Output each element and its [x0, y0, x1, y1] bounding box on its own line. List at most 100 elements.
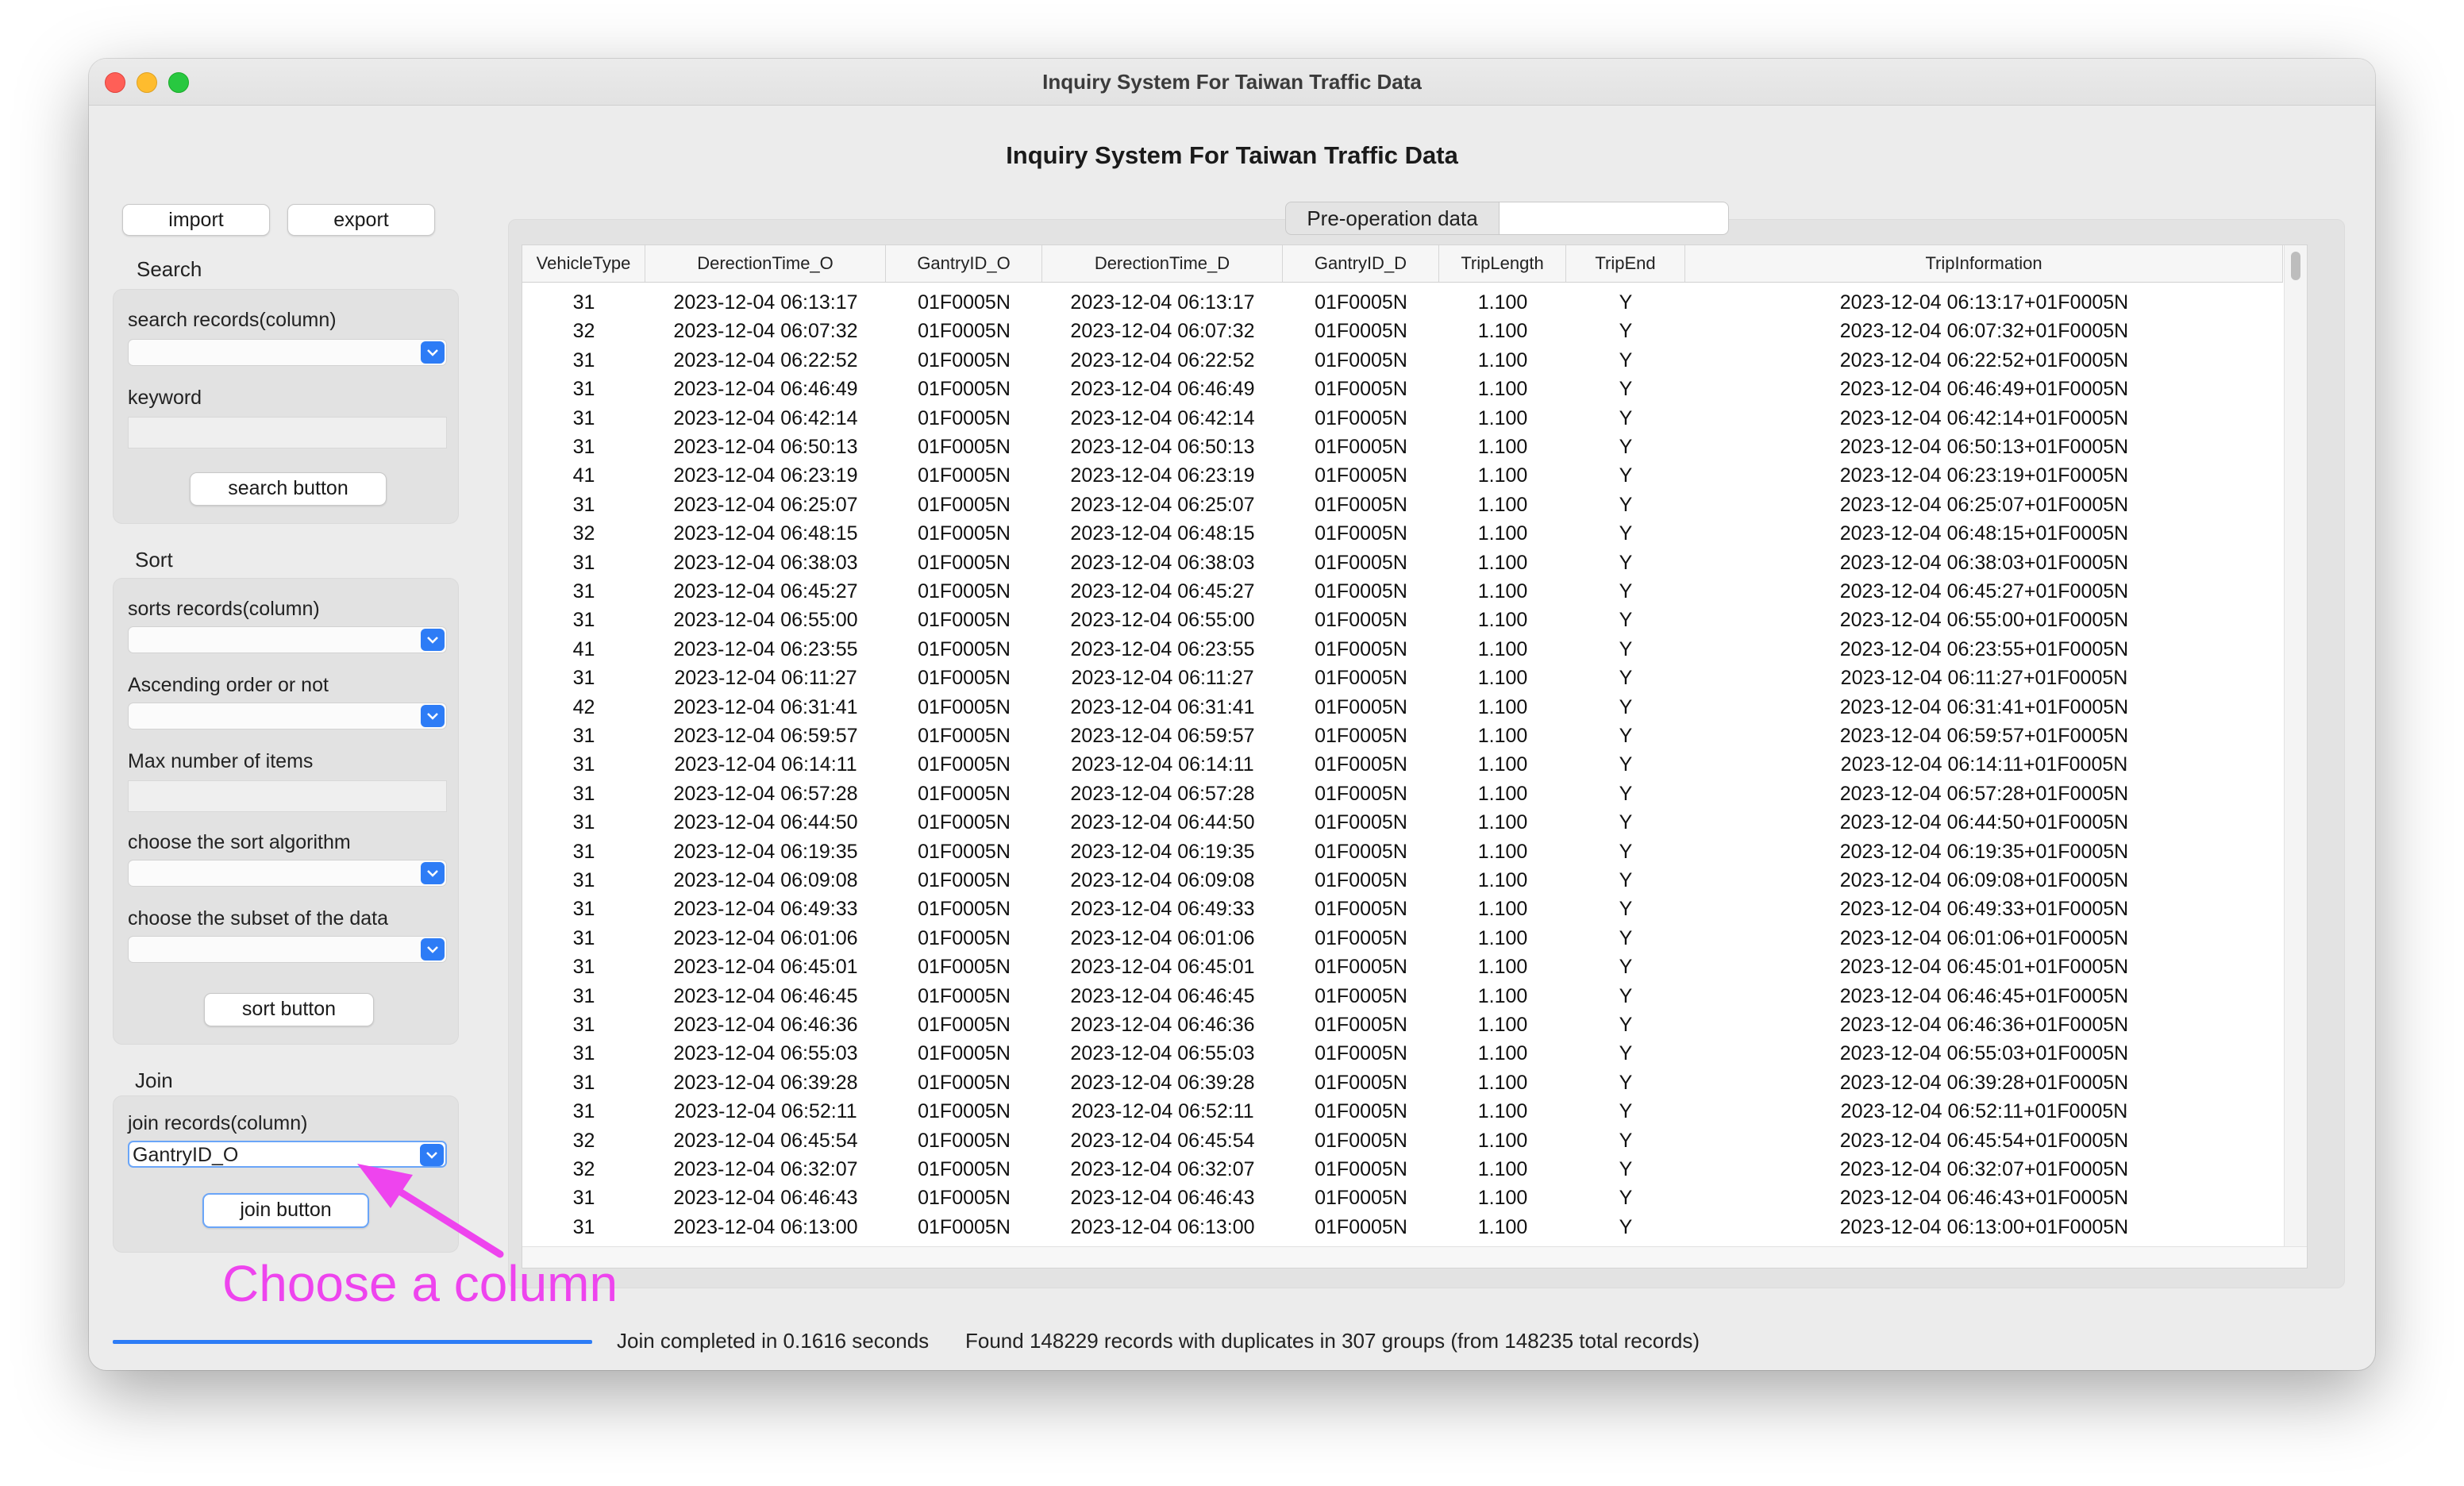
table-cell: 01F0005N: [918, 348, 1011, 372]
table-row[interactable]: 41 2023-12-04 06:23:55 01F0005N 2023-12-04 …: [522, 635, 2283, 664]
table-cell: 2023-12-04 06:42:14+01F0005N: [1839, 406, 2129, 429]
table-row[interactable]: 31 2023-12-04 06:59:57 01F0005N 2023-12-04 …: [522, 722, 2283, 750]
table-cell: Y: [1619, 811, 1633, 834]
table-cell: 2023-12-04 06:14:11: [674, 753, 857, 776]
export-button[interactable]: export: [287, 204, 435, 236]
table-cell: 1.100: [1477, 898, 1528, 921]
table-row[interactable]: 32 2023-12-04 06:48:15 01F0005N 2023-12-04 …: [522, 519, 2283, 548]
table-cell: 1.100: [1477, 551, 1528, 574]
table-cell: 01F0005N: [1315, 695, 1407, 718]
table-row[interactable]: 31 2023-12-04 06:46:49 01F0005N 2023-12-04 …: [522, 375, 2283, 403]
join-column-select[interactable]: GantryID_O: [128, 1141, 447, 1168]
chevron-down-icon: [421, 862, 445, 884]
table-cell: 31: [572, 956, 595, 979]
table-cell: 2023-12-04 06:09:08: [1070, 869, 1255, 891]
table-cell: Y: [1619, 1187, 1633, 1210]
table-row[interactable]: 31 2023-12-04 06:19:35 01F0005N 2023-12-04 …: [522, 837, 2283, 866]
table-row[interactable]: 31 2023-12-04 06:39:28 01F0005N 2023-12-04 …: [522, 1068, 2283, 1097]
table-row[interactable]: 31 2023-12-04 06:09:08 01F0005N 2023-12-04 …: [522, 866, 2283, 895]
table-cell: 2023-12-04 06:57:28: [1070, 782, 1255, 805]
table-row[interactable]: 31 2023-12-04 06:55:00 01F0005N 2023-12-04 …: [522, 606, 2283, 634]
table-row[interactable]: 31 2023-12-04 06:52:11 01F0005N 2023-12-04 …: [522, 1097, 2283, 1126]
tab-pre-operation-data[interactable]: Pre-operation data: [1285, 202, 1500, 235]
table-row[interactable]: 31 2023-12-04 06:46:36 01F0005N 2023-12-04 …: [522, 1011, 2283, 1039]
table-row[interactable]: 31 2023-12-04 06:44:50 01F0005N 2023-12-04 …: [522, 808, 2283, 837]
table-cell: 31: [572, 984, 595, 1007]
table-cell: 2023-12-04 06:38:03: [673, 551, 858, 574]
table-cell: 1.100: [1477, 493, 1528, 516]
horizontal-scrollbar[interactable]: [522, 1246, 2307, 1268]
result-status: Found 148229 records with duplicates in …: [965, 1329, 1700, 1353]
search-button[interactable]: search button: [190, 472, 387, 506]
table-row[interactable]: 31 2023-12-04 06:13:17 01F0005N 2023-12-04 …: [522, 288, 2283, 317]
table-row[interactable]: 31 2023-12-04 06:50:13 01F0005N 2023-12-04 …: [522, 433, 2283, 461]
table-cell: 01F0005N: [1315, 348, 1407, 372]
table-row[interactable]: 31 2023-12-04 06:11:27 01F0005N 2023-12-04 …: [522, 664, 2283, 692]
column-header[interactable]: GantryID_D: [1283, 245, 1439, 282]
table-row[interactable]: 32 2023-12-04 06:45:54 01F0005N 2023-12-04 …: [522, 1126, 2283, 1155]
table-row[interactable]: 31 2023-12-04 06:49:33 01F0005N 2023-12-04 …: [522, 895, 2283, 923]
table-row[interactable]: 31 2023-12-04 06:14:11 01F0005N 2023-12-04 …: [522, 750, 2283, 779]
keyword-input[interactable]: [128, 417, 447, 448]
join-column-value: GantryID_O: [133, 1144, 239, 1166]
table-row[interactable]: 41 2023-12-04 06:23:19 01F0005N 2023-12-04 …: [522, 461, 2283, 490]
table-row[interactable]: 31 2023-12-04 06:55:03 01F0005N 2023-12-04 …: [522, 1039, 2283, 1068]
table-row[interactable]: 31 2023-12-04 06:46:45 01F0005N 2023-12-04 …: [522, 982, 2283, 1011]
table-cell: 2023-12-04 06:59:57+01F0005N: [1839, 725, 2129, 747]
chevron-down-icon: [420, 1144, 444, 1166]
ascending-select[interactable]: [128, 703, 447, 730]
table-cell: 2023-12-04 06:09:08: [673, 869, 858, 891]
table-cell: 1.100: [1477, 1158, 1528, 1180]
table-cell: 01F0005N: [1315, 291, 1407, 314]
table-cell: 01F0005N: [918, 782, 1011, 805]
table-cell: 01F0005N: [1315, 551, 1407, 574]
import-button[interactable]: import: [122, 204, 270, 236]
table-cell: 2023-12-04 06:48:15: [1070, 522, 1255, 545]
table-cell: 2023-12-04 06:23:19: [673, 464, 858, 487]
table-row[interactable]: 31 2023-12-04 06:38:03 01F0005N 2023-12-04 …: [522, 549, 2283, 577]
data-table[interactable]: VehicleType DerectionTime_O GantryID_O Dere…: [522, 244, 2308, 1268]
search-column-select[interactable]: [128, 339, 447, 366]
sort-group: sorts records(column) Ascending order or…: [113, 578, 459, 1045]
table-cell: Y: [1619, 725, 1633, 747]
tab-empty[interactable]: [1499, 202, 1729, 235]
table-cell: Y: [1619, 782, 1633, 805]
subset-select[interactable]: [128, 936, 447, 963]
table-cell: 1.100: [1477, 522, 1528, 545]
table-cell: 2023-12-04 06:13:17: [673, 291, 858, 314]
sort-column-select[interactable]: [128, 626, 447, 653]
table-cell: 2023-12-04 06:46:36+01F0005N: [1839, 1014, 2129, 1036]
table-row[interactable]: 31 2023-12-04 06:46:43 01F0005N 2023-12-04 …: [522, 1184, 2283, 1212]
table-row[interactable]: 32 2023-12-04 06:07:32 01F0005N 2023-12-04 …: [522, 317, 2283, 345]
sort-button[interactable]: sort button: [204, 993, 374, 1026]
column-header[interactable]: DerectionTime_D: [1042, 245, 1283, 282]
table-row[interactable]: 31 2023-12-04 06:13:00 01F0005N 2023-12-04 …: [522, 1213, 2283, 1242]
table-row[interactable]: 31 2023-12-04 06:42:14 01F0005N 2023-12-04 …: [522, 404, 2283, 433]
join-button[interactable]: join button: [202, 1193, 369, 1228]
table-row[interactable]: 31 2023-12-04 06:25:07 01F0005N 2023-12-04 …: [522, 491, 2283, 519]
column-header[interactable]: GantryID_O: [886, 245, 1042, 282]
column-header[interactable]: TripLength: [1439, 245, 1566, 282]
table-cell: 1.100: [1477, 464, 1528, 487]
max-items-input[interactable]: [128, 780, 447, 812]
table-cell: 31: [572, 378, 595, 401]
table-cell: 01F0005N: [918, 291, 1011, 314]
table-cell: 01F0005N: [1315, 320, 1407, 343]
table-row[interactable]: 42 2023-12-04 06:31:41 01F0005N 2023-12-04 …: [522, 693, 2283, 722]
table-cell: 31: [572, 609, 595, 632]
table-row[interactable]: 32 2023-12-04 06:32:07 01F0005N 2023-12-04 …: [522, 1155, 2283, 1184]
table-row[interactable]: 31 2023-12-04 06:45:01 01F0005N 2023-12-04 …: [522, 953, 2283, 981]
column-header[interactable]: VehicleType: [522, 245, 645, 282]
column-header[interactable]: DerectionTime_O: [645, 245, 886, 282]
sort-algorithm-select[interactable]: [128, 860, 447, 887]
vertical-scrollbar[interactable]: [2284, 245, 2307, 1268]
table-row[interactable]: 31 2023-12-04 06:01:06 01F0005N 2023-12-04 …: [522, 924, 2283, 953]
table-row[interactable]: 31 2023-12-04 06:45:27 01F0005N 2023-12-04 …: [522, 577, 2283, 606]
column-header[interactable]: TripEnd: [1566, 245, 1685, 282]
table-row[interactable]: 31 2023-12-04 06:57:28 01F0005N 2023-12-04 …: [522, 780, 2283, 808]
column-header[interactable]: TripInformation: [1685, 245, 2283, 282]
vertical-scrollbar-thumb[interactable]: [2291, 252, 2300, 280]
table-cell: 01F0005N: [918, 320, 1011, 343]
table-cell: 2023-12-04 06:44:50+01F0005N: [1839, 811, 2129, 834]
table-row[interactable]: 31 2023-12-04 06:22:52 01F0005N 2023-12-04 …: [522, 346, 2283, 375]
